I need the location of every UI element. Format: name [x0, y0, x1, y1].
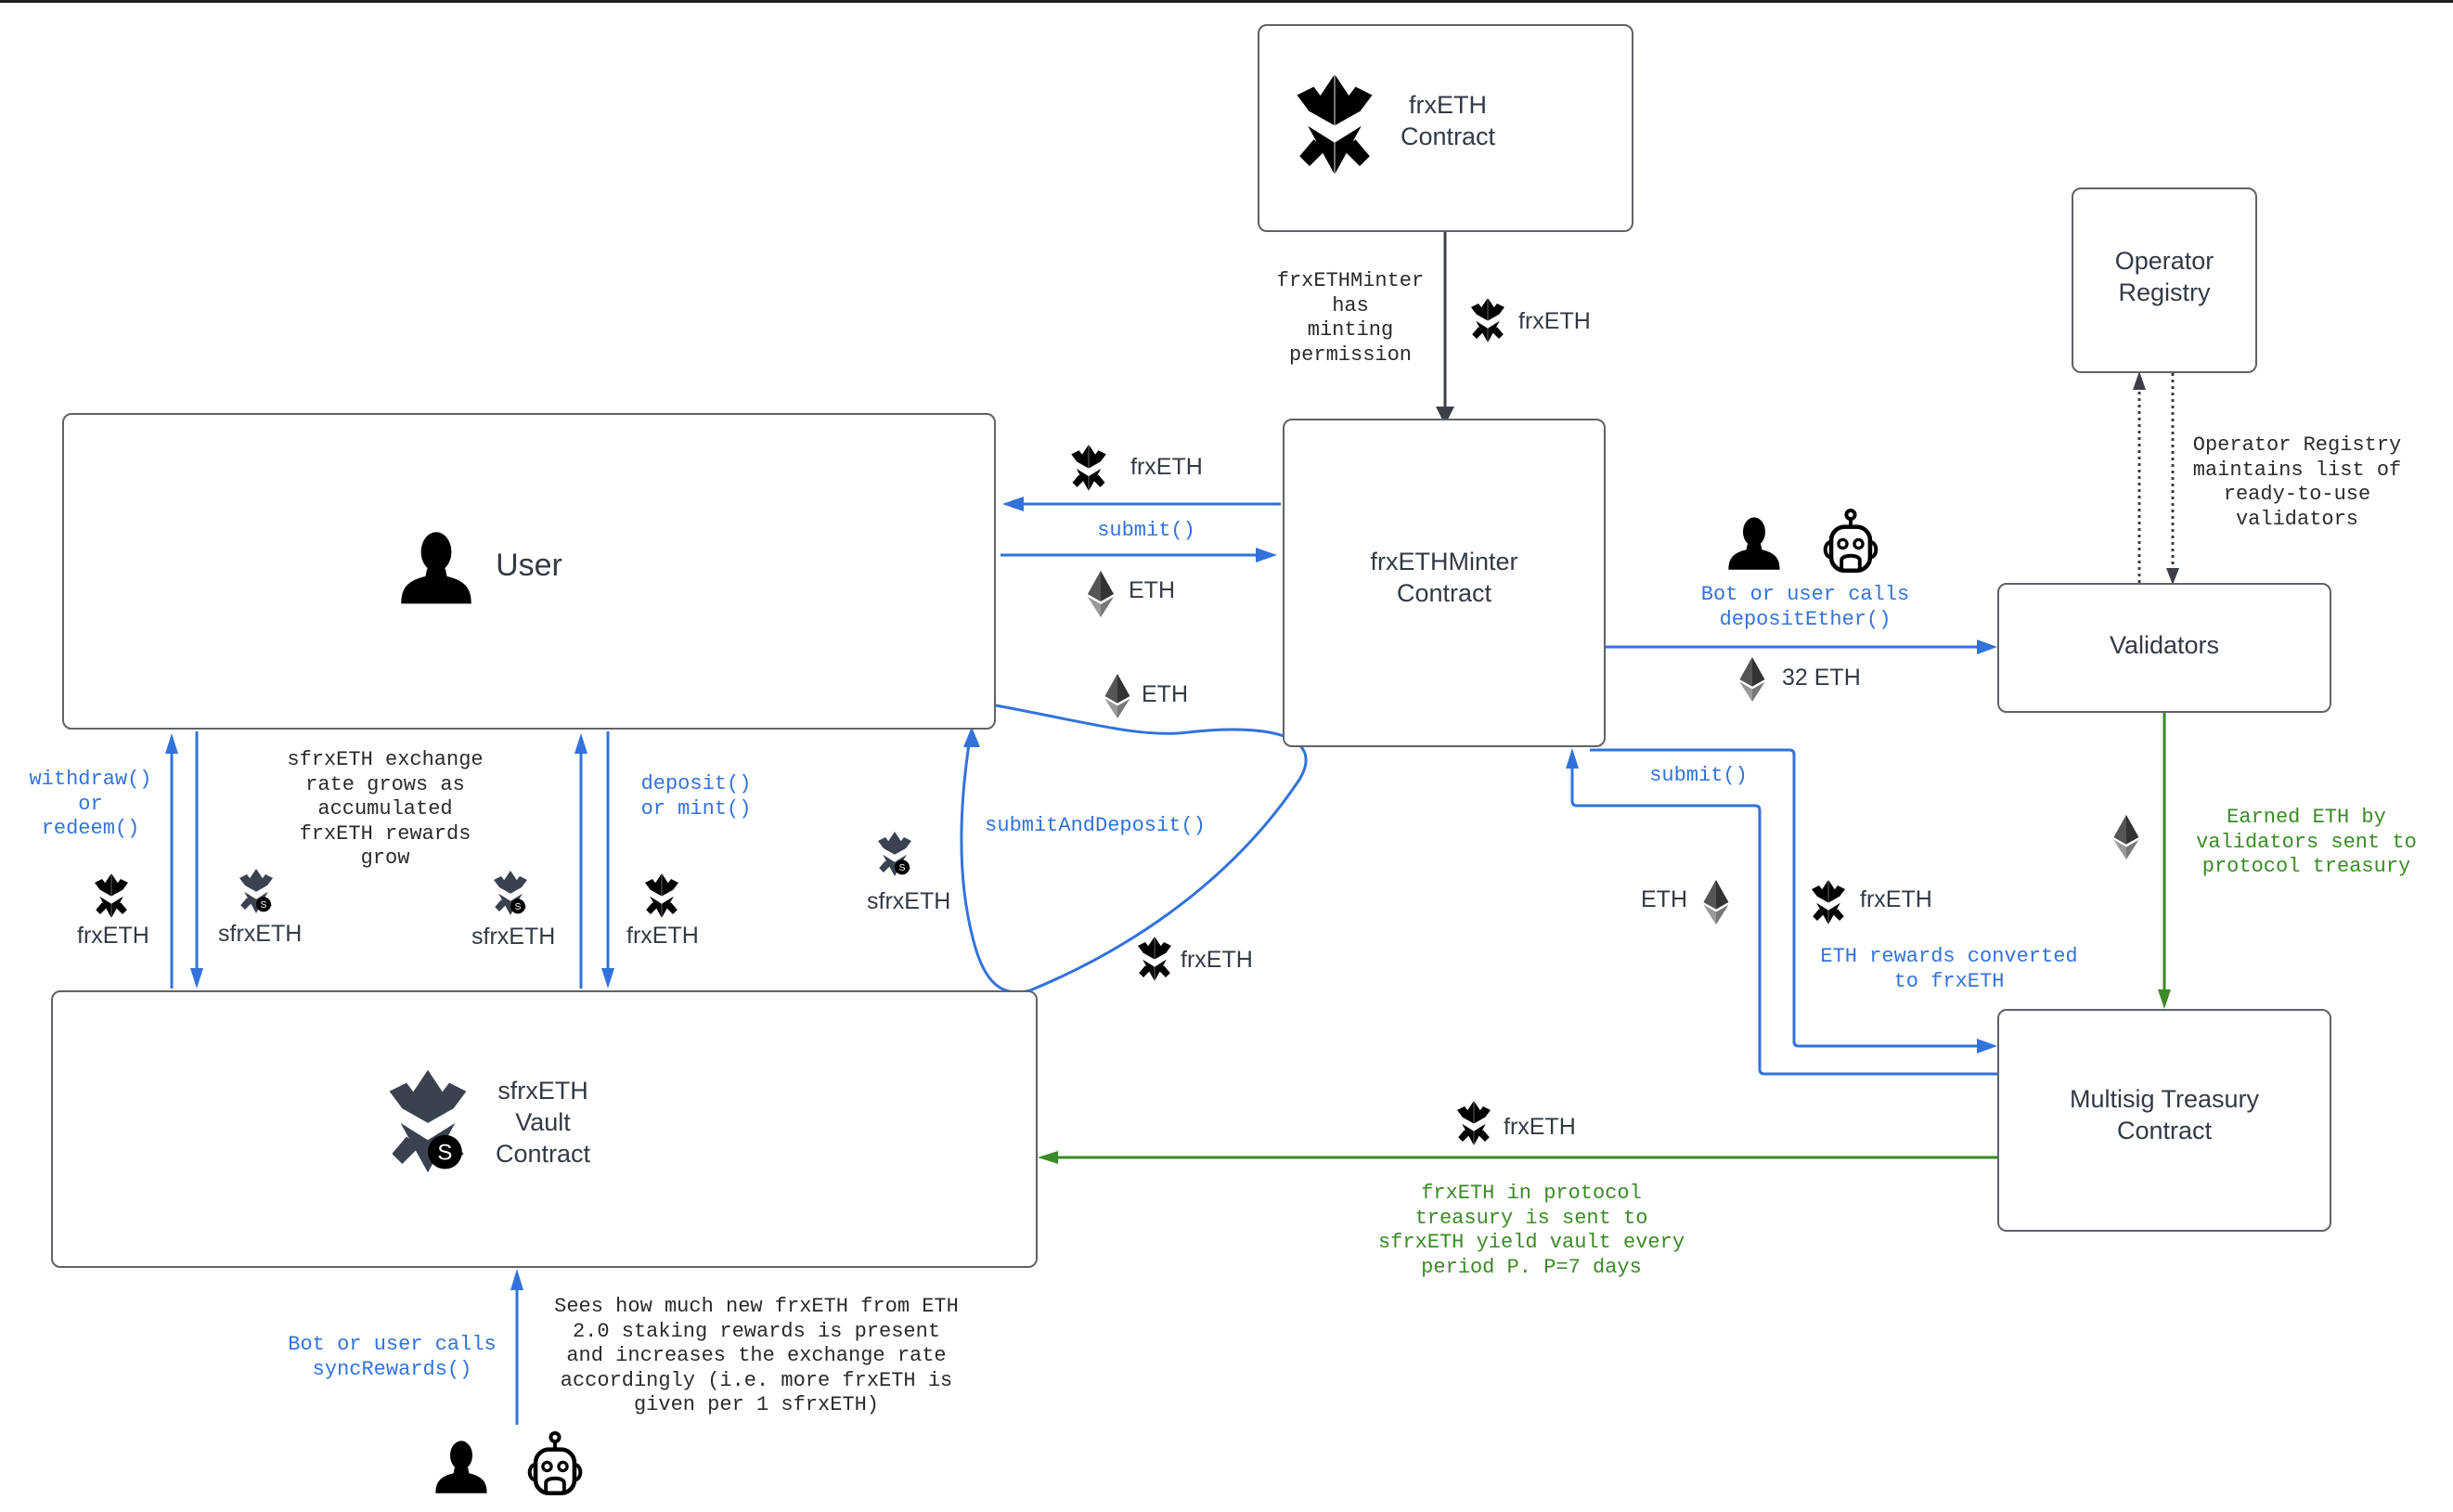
- arrowhead: [1002, 497, 1024, 511]
- arrowhead: [1977, 1039, 1997, 1053]
- arrowhead: [575, 733, 587, 754]
- sfrxeth-token-icon: [238, 868, 275, 914]
- user-icon: [430, 1439, 493, 1494]
- user-label: User: [496, 548, 562, 583]
- user-icon: [1724, 515, 1785, 571]
- arrowhead: [2158, 989, 2171, 1009]
- sync-rewards-note: Sees how much new frxETH from ETH 2.0 st…: [554, 1295, 959, 1416]
- frxeth-token-label: frxETH: [77, 923, 149, 949]
- frxeth-token-icon: [1069, 445, 1108, 491]
- frxeth-token-icon: [1455, 1100, 1492, 1146]
- frxeth-token-icon: [1136, 936, 1173, 982]
- user-icon: [394, 529, 478, 605]
- arrowhead: [2133, 371, 2146, 390]
- eth-token-label: ETH: [1641, 886, 1687, 912]
- sfrxeth-logo-icon: [385, 1067, 471, 1175]
- arrowhead: [601, 968, 614, 989]
- arrowhead: [1977, 640, 1997, 654]
- deposit-mint-label: deposit() or mint(): [640, 772, 752, 821]
- frxeth-logo-icon: [1293, 71, 1376, 178]
- submit-and-deposit-label: submitAndDeposit(): [985, 814, 1206, 837]
- frxeth-token-label: frxETH: [1518, 308, 1591, 334]
- multisig-label: Multisig Treasury Contract: [2069, 1085, 2260, 1144]
- minter-label: frxETHMinter Contract: [1370, 548, 1518, 607]
- eth-token-label: ETH: [1129, 577, 1175, 603]
- eth-token-icon: [1104, 674, 1131, 718]
- earned-eth-note: Earned ETH by validators sent to protoco…: [2196, 806, 2417, 878]
- robot-icon: [1812, 509, 1890, 575]
- minting-permission-note: frxETHMinter has minting permission: [1276, 269, 1425, 367]
- frxeth-contract-label: frxETH Contract: [1400, 91, 1496, 150]
- arrowhead: [1256, 548, 1277, 562]
- operator-registry-note: Operator Registry maintains list of read…: [2192, 433, 2402, 531]
- arrowhead: [1566, 748, 1579, 769]
- eth-token-icon: [1086, 571, 1116, 617]
- frxeth-token-icon: [1810, 879, 1847, 925]
- sfrxeth-token-label: sfrxETH: [471, 924, 556, 950]
- edge-multisig-to-minter: [1570, 766, 1997, 1076]
- arrowhead: [1038, 1151, 1058, 1164]
- sfrxeth-token-icon: [492, 870, 529, 916]
- submit-call-label: submit(): [1097, 519, 1195, 542]
- robot-icon: [516, 1431, 594, 1498]
- frxeth-token-label: frxETH: [1504, 1114, 1576, 1140]
- frxeth-token-label: frxETH: [1860, 886, 1932, 912]
- rewards-converted-label: ETH rewards converted to frxETH: [1820, 945, 2078, 993]
- sfrxeth-token-icon: [876, 831, 913, 877]
- eth-token-icon: [1702, 880, 1730, 924]
- eth-token-label: ETH: [1142, 681, 1188, 707]
- frxeth-token-icon: [1469, 297, 1506, 343]
- validators-label: Validators: [2109, 631, 2220, 659]
- sync-rewards-label: Bot or user calls syncRewards(): [288, 1333, 497, 1381]
- arrowhead: [165, 733, 178, 754]
- eth-token-icon: [2112, 815, 2140, 859]
- sfrxeth-token-label: sfrxETH: [218, 921, 303, 947]
- eth-amount-label: 32 ETH: [1782, 665, 1861, 691]
- eth-token-icon: [1738, 657, 1766, 702]
- withdraw-redeem-label: withdraw() or redeem(): [29, 768, 152, 840]
- frxeth-token-icon: [93, 872, 130, 919]
- treasury-submit-label: submit(): [1649, 764, 1748, 787]
- frxeth-token-label: frxETH: [1130, 454, 1203, 480]
- treasury-to-vault-note: frxETH in protocol treasury is sent to s…: [1377, 1182, 1685, 1279]
- arrowhead: [963, 727, 980, 747]
- exchange-rate-note: sfrxETH exchange rate grows as accumulat…: [287, 748, 484, 870]
- arrowhead: [510, 1269, 523, 1290]
- operator-registry-label: Operator Registry: [2114, 247, 2214, 306]
- frxeth-token-icon: [643, 872, 680, 919]
- sfrxeth-token-label: sfrxETH: [867, 888, 951, 914]
- edge-submit-and-deposit: [960, 704, 1308, 994]
- frxeth-token-label: frxETH: [626, 923, 699, 949]
- vault-label: sfrxETH Vault Contract: [495, 1077, 591, 1168]
- arrowhead: [190, 968, 203, 989]
- frxeth-token-label: frxETH: [1181, 947, 1253, 973]
- deposit-ether-label: Bot or user calls depositEther(): [1700, 583, 1910, 631]
